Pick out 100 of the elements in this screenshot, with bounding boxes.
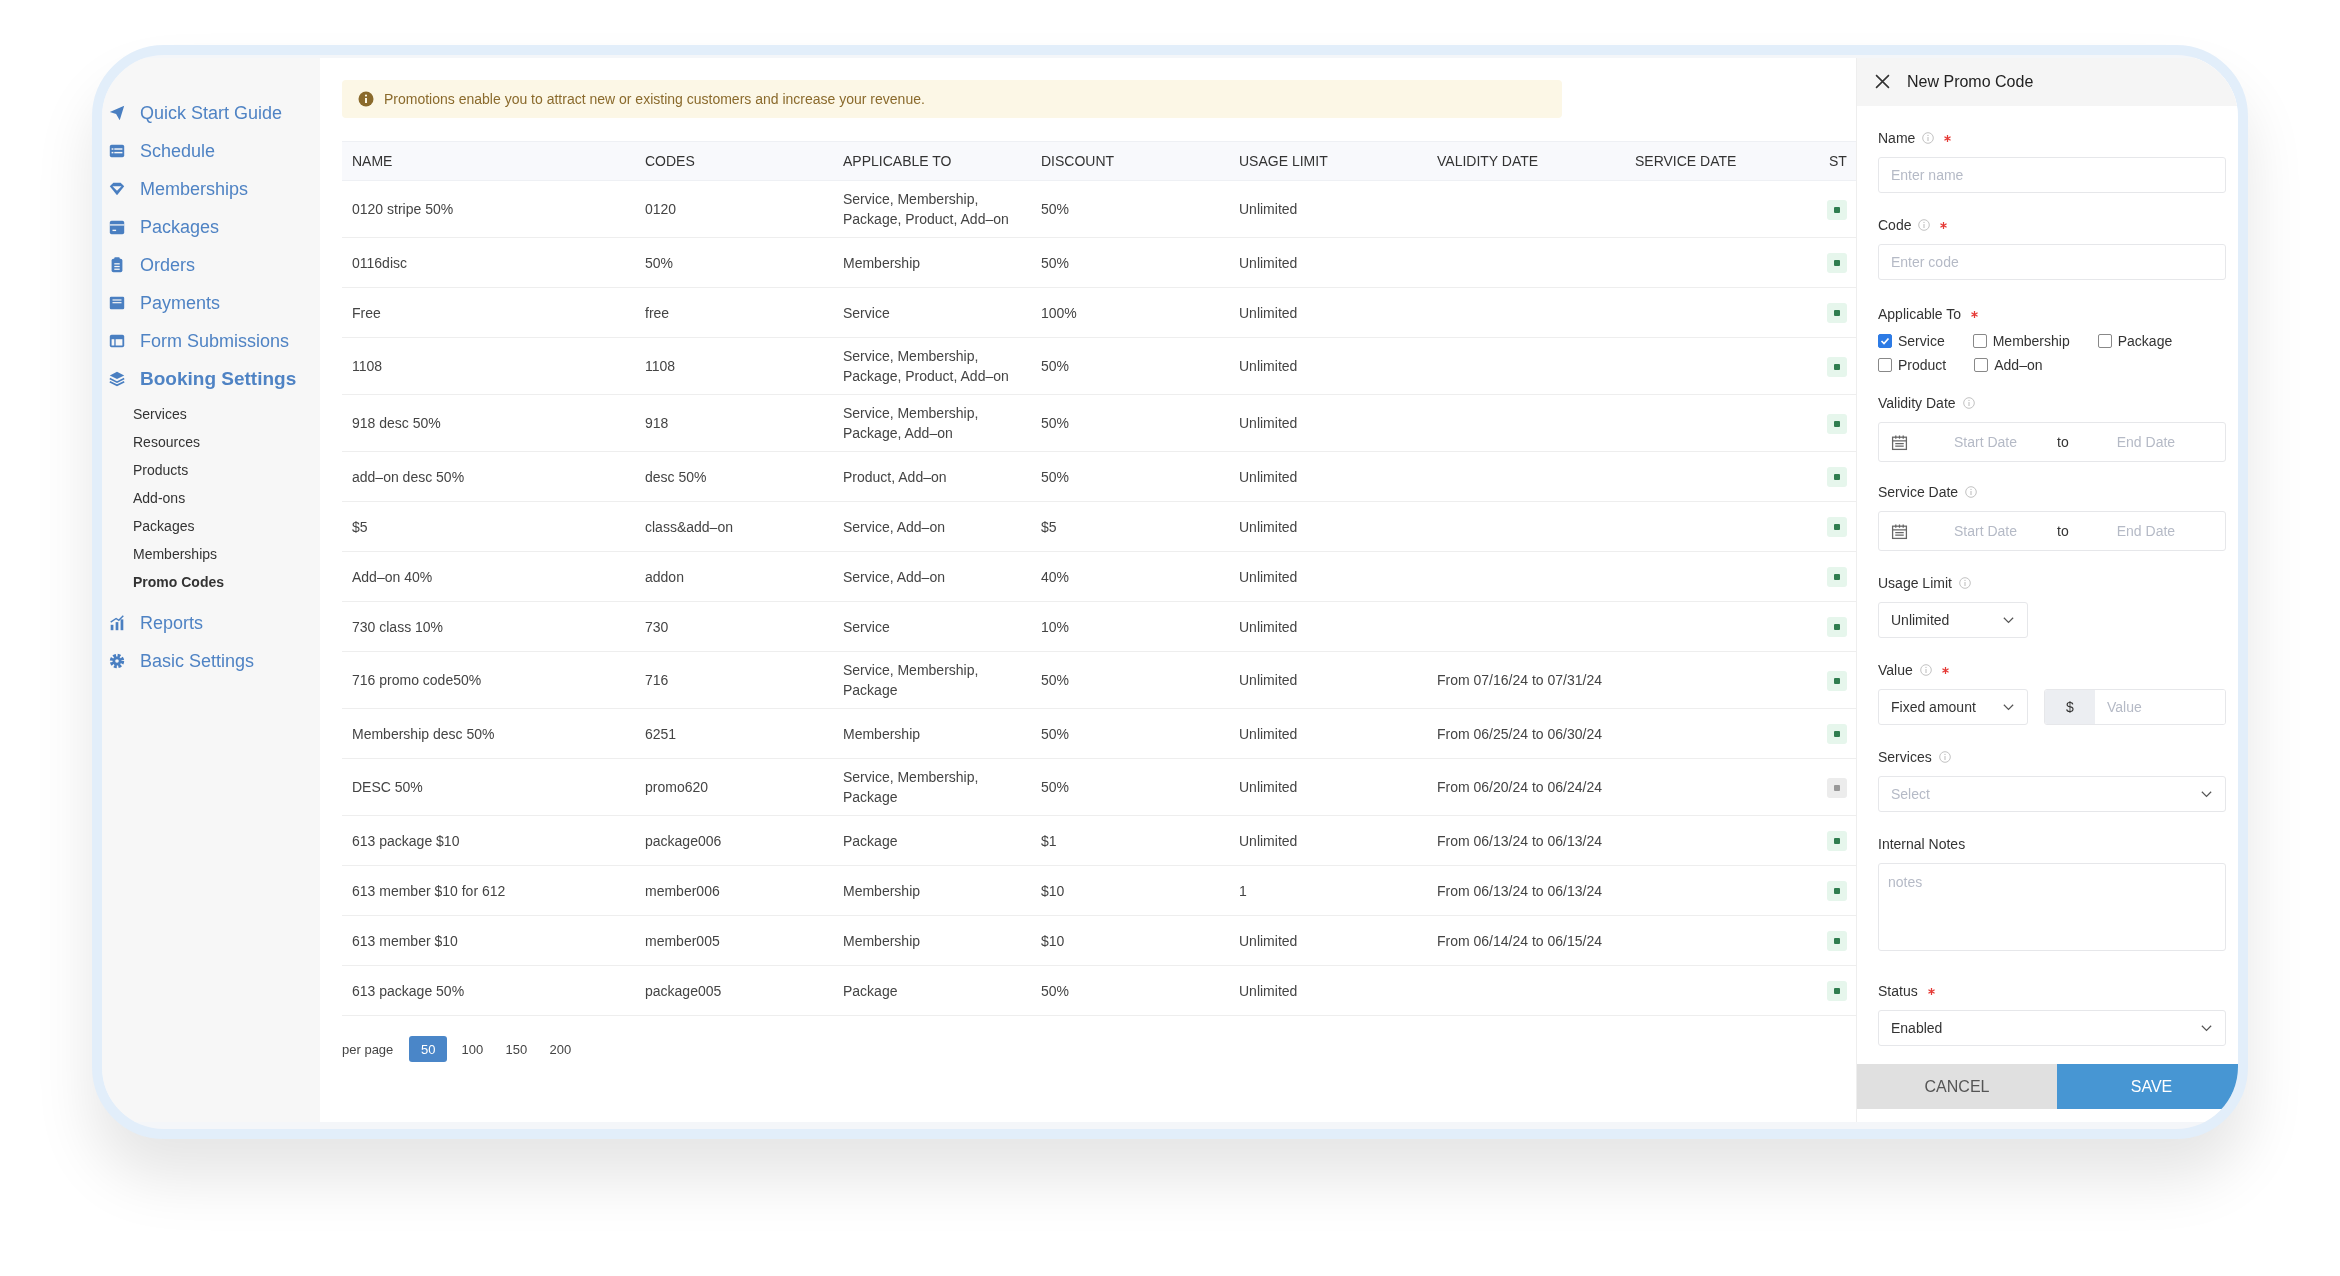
- sidebar-item[interactable]: Basic Settings: [102, 642, 320, 680]
- table-cell: $10: [1031, 865, 1229, 916]
- table-cell: 613 package 50%: [342, 965, 635, 1016]
- diamond-icon: [108, 180, 126, 198]
- dropdown[interactable]: Unlimited: [1878, 602, 2028, 638]
- date-range-field[interactable]: Start Date to End Date: [1878, 422, 2226, 462]
- sidebar-item[interactable]: Quick Start Guide: [102, 94, 320, 132]
- table-cell: Service, Membership, Package, Add–on: [833, 394, 1031, 452]
- table-cell: Unlimited: [1229, 451, 1427, 502]
- value-input[interactable]: $ Value: [2044, 689, 2226, 725]
- sidebar-item[interactable]: Schedule: [102, 132, 320, 170]
- table-cell: 613 member $10 for 612: [342, 865, 635, 916]
- table-cell: 0120 stripe 50%: [342, 180, 635, 238]
- sidebar-item[interactable]: Payments: [102, 284, 320, 322]
- table-cell: add–on desc 50%: [342, 451, 635, 502]
- close-button[interactable]: [1875, 74, 1891, 90]
- cancel-button[interactable]: CANCEL: [1857, 1064, 2057, 1109]
- sidebar-subitem[interactable]: Resources: [133, 428, 320, 456]
- table-cell: $5: [342, 501, 635, 552]
- table-cell: 100%: [1031, 287, 1229, 338]
- sidebar-subitem[interactable]: Packages: [133, 512, 320, 540]
- date-range-field[interactable]: Start Date to End Date: [1878, 511, 2226, 551]
- column-header: DISCOUNT: [1031, 141, 1229, 181]
- page-size-option[interactable]: 200: [541, 1036, 580, 1062]
- table-cell: addon: [635, 551, 833, 602]
- table-cell: Service, Membership, Package: [833, 651, 1031, 709]
- table-cell: 0120: [635, 180, 833, 238]
- column-header: CODES: [635, 141, 833, 181]
- table-cell: class&add–on: [635, 501, 833, 552]
- field-label: Code: [1878, 217, 1912, 233]
- table-cell: free: [635, 287, 833, 338]
- table-cell: Package: [833, 815, 1031, 866]
- table-cell: Membership: [833, 915, 1031, 966]
- table-cell: 6251: [635, 708, 833, 759]
- field-label: Validity Date: [1878, 395, 1956, 411]
- checkbox[interactable]: [1878, 358, 1892, 372]
- sidebar-subitem[interactable]: Memberships: [133, 540, 320, 568]
- receipt-icon: [108, 294, 126, 312]
- table-cell: Service, Add–on: [833, 551, 1031, 602]
- checkbox[interactable]: [2097, 334, 2112, 348]
- select-field[interactable]: Enabled: [1878, 1010, 2226, 1046]
- column-header: NAME: [342, 141, 635, 181]
- info-icon: [358, 91, 374, 107]
- sidebar-subitem[interactable]: Add-ons: [133, 484, 320, 512]
- page-size-option[interactable]: 100: [453, 1036, 492, 1062]
- field-label: Service Date: [1878, 484, 1959, 500]
- table-cell: Unlimited: [1229, 601, 1427, 652]
- page-size-option[interactable]: 150: [497, 1036, 536, 1062]
- field-label: Status: [1878, 983, 1918, 999]
- sidebar-item[interactable]: Orders: [102, 246, 320, 284]
- table-cell: Unlimited: [1229, 287, 1427, 338]
- column-header: VALIDITY DATE: [1427, 141, 1625, 181]
- table-cell: 1108: [342, 337, 635, 395]
- table-cell: 1: [1229, 865, 1427, 916]
- currency-prefix: $: [2045, 690, 2095, 724]
- table-cell: Unlimited: [1229, 180, 1427, 238]
- table-cell: Unlimited: [1229, 501, 1427, 552]
- table-cell: Unlimited: [1229, 815, 1427, 866]
- table-cell: 0116disc: [342, 237, 635, 288]
- sidebar-item[interactable]: Packages: [102, 208, 320, 246]
- field-label: Services: [1878, 749, 1932, 765]
- table-cell: Product, Add–on: [833, 451, 1031, 502]
- sidebar-item[interactable]: Booking Settings: [102, 360, 320, 398]
- notes-field[interactable]: notes: [1878, 863, 2226, 951]
- sidebar-subitem[interactable]: Services: [133, 400, 320, 428]
- table-cell: Unlimited: [1229, 915, 1427, 966]
- table-cell: 50%: [1031, 758, 1229, 816]
- paper-plane-icon: [108, 104, 126, 122]
- checkbox[interactable]: [1974, 358, 1989, 372]
- per-page-label: per page: [342, 1041, 394, 1057]
- table-cell: Service: [833, 601, 1031, 652]
- table-cell: Unlimited: [1229, 965, 1427, 1016]
- table-cell: Service: [833, 287, 1031, 338]
- table-cell: From 06/25/24 to 06/30/24: [1427, 708, 1625, 759]
- page-size-option[interactable]: 50: [409, 1036, 448, 1062]
- table-cell: 50%: [1031, 180, 1229, 238]
- table-cell: From 06/13/24 to 06/13/24: [1427, 815, 1625, 866]
- table-cell: Unlimited: [1229, 651, 1427, 709]
- checkbox[interactable]: [1972, 334, 1987, 348]
- text-input[interactable]: Enter name: [1878, 157, 2226, 193]
- field-label: Internal Notes: [1878, 836, 1966, 852]
- table-cell: Package: [833, 965, 1031, 1016]
- table-cell: member005: [635, 915, 833, 966]
- bar-chart-icon: [108, 614, 126, 632]
- table-cell: 50%: [635, 237, 833, 288]
- sidebar-subitem[interactable]: Promo Codes: [133, 568, 320, 596]
- table-cell: $10: [1031, 915, 1229, 966]
- amount-type-dropdown[interactable]: Fixed amount: [1878, 689, 2028, 725]
- table-cell: Service, Membership, Package: [833, 758, 1031, 816]
- sidebar-item[interactable]: Reports: [102, 604, 320, 642]
- text-input[interactable]: Enter code: [1878, 244, 2226, 280]
- table-cell: Service, Add–on: [833, 501, 1031, 552]
- table-cell: 716 promo code50%: [342, 651, 635, 709]
- table-cell: 50%: [1031, 451, 1229, 502]
- list-icon: [108, 142, 126, 160]
- check-icon: [1879, 335, 1891, 347]
- checkbox[interactable]: [1878, 334, 1892, 348]
- sidebar-item[interactable]: Form Submissions: [102, 322, 320, 360]
- sidebar-subitem[interactable]: Products: [133, 456, 320, 484]
- sidebar-item[interactable]: Memberships: [102, 170, 320, 208]
